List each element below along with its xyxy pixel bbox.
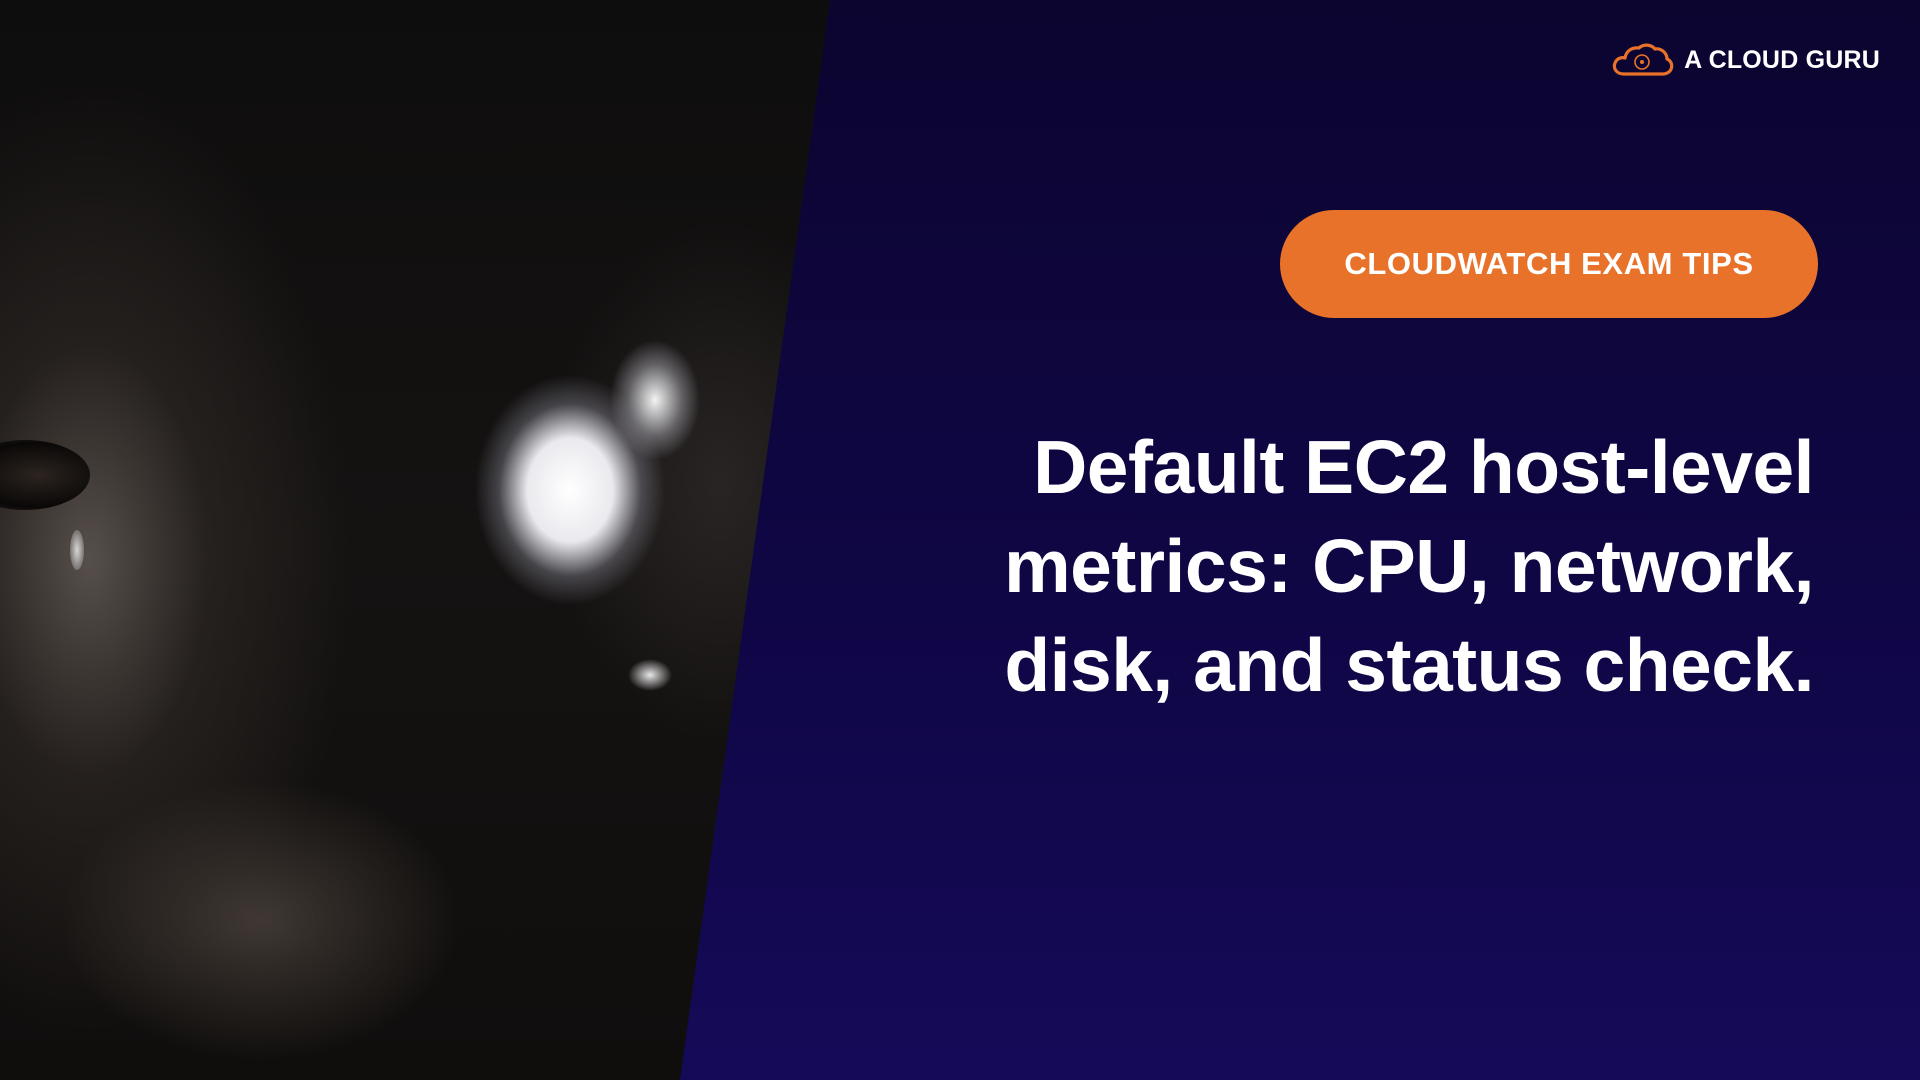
brand-logo: A CLOUD GURU: [1610, 40, 1880, 80]
photo-eye-shadow: [0, 440, 90, 510]
headline-line: Default EC2 host-level: [1033, 425, 1814, 509]
slide: A CLOUD GURU CLOUDWATCH EXAM TIPS Defaul…: [0, 0, 1920, 1080]
cloud-logo-icon: [1610, 40, 1674, 80]
headline-line: disk, and status check.: [1004, 623, 1814, 707]
topic-badge: CLOUDWATCH EXAM TIPS: [1280, 210, 1818, 318]
photo-eye-glint: [70, 530, 84, 570]
headline-line: metrics: CPU, network,: [1003, 524, 1815, 608]
topic-badge-label: CLOUDWATCH EXAM TIPS: [1344, 246, 1754, 281]
headline: Default EC2 host-level metrics: CPU, net…: [854, 418, 1815, 715]
brand-name: A CLOUD GURU: [1684, 45, 1880, 74]
